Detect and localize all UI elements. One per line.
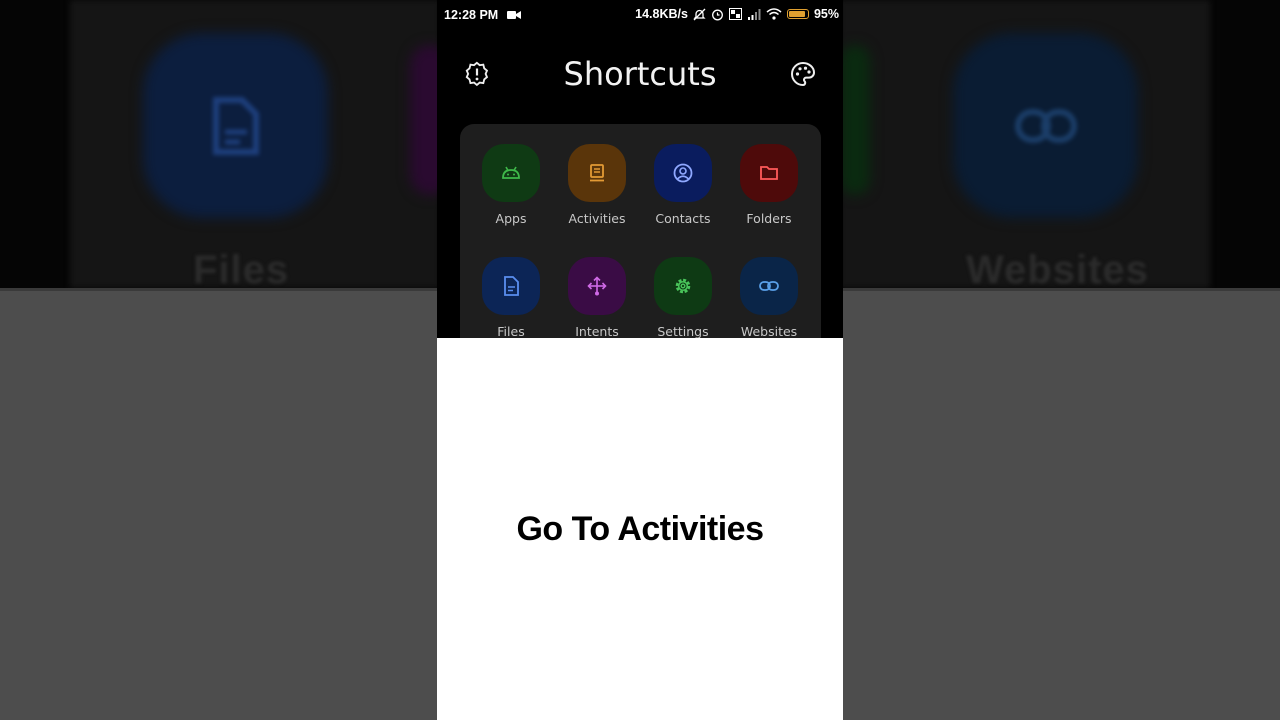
activity-icon xyxy=(590,164,604,182)
blurred-file-icon xyxy=(213,97,259,155)
contact-icon xyxy=(673,163,693,183)
alarm-icon xyxy=(712,9,723,20)
status-bar: 12:28 PM 14.8KB/s 95% xyxy=(437,0,843,30)
caption-text: Go To Activities xyxy=(516,510,764,548)
battery-fill xyxy=(788,11,806,17)
blurred-link-icon xyxy=(1015,109,1077,143)
mute-icon xyxy=(693,8,706,20)
blurred-websites-label: Websites xyxy=(966,248,1149,288)
tile-intents-bg xyxy=(568,257,626,315)
network-speed: 14.8KB/s xyxy=(635,7,688,21)
tile-label: Contacts xyxy=(655,211,711,226)
video-record-icon xyxy=(507,11,521,19)
tile-label: Intents xyxy=(575,324,619,338)
tile-files[interactable]: Files xyxy=(468,257,554,338)
tile-label: Files xyxy=(497,324,525,338)
tile-settings[interactable]: Settings xyxy=(640,257,726,338)
blurred-files-label: Files xyxy=(193,248,290,288)
tile-label: Settings xyxy=(657,324,709,338)
shortcuts-card: Apps Activities Contacts Folders Files I… xyxy=(460,124,821,338)
tile-label: Activities xyxy=(568,211,626,226)
tile-label: Websites xyxy=(740,324,798,338)
tile-label: Folders xyxy=(746,211,792,226)
tile-settings-bg xyxy=(654,257,712,315)
blurred-settings-tile xyxy=(840,45,870,195)
caption-overlay: Go To Activities xyxy=(437,338,843,720)
tile-websites-bg xyxy=(740,257,798,315)
wifi-icon xyxy=(766,8,782,20)
tile-activities-bg xyxy=(568,144,626,202)
intent-icon xyxy=(587,276,607,296)
tile-apps[interactable]: Apps xyxy=(468,144,554,226)
tile-label: Apps xyxy=(495,211,527,226)
tile-intents[interactable]: Intents xyxy=(554,257,640,338)
volte-icon xyxy=(728,8,742,20)
tile-files-bg xyxy=(482,257,540,315)
status-time: 12:28 PM xyxy=(444,8,499,22)
settings-icon xyxy=(675,278,691,294)
phone-screen: 12:28 PM 14.8KB/s 95% Shortcuts Apps Act… xyxy=(437,0,843,338)
battery-percent: 95% xyxy=(813,7,839,21)
link-icon xyxy=(759,281,779,291)
page-title: Shortcuts xyxy=(563,55,717,93)
tile-contacts-bg xyxy=(654,144,712,202)
tile-activities[interactable]: Activities xyxy=(554,144,640,226)
tile-contacts[interactable]: Contacts xyxy=(640,144,726,226)
palette-icon[interactable] xyxy=(790,61,816,87)
tile-folders-bg xyxy=(740,144,798,202)
folder-icon xyxy=(760,166,778,180)
tile-apps-bg xyxy=(482,144,540,202)
battery-icon xyxy=(786,9,809,19)
android-icon xyxy=(502,166,520,179)
tile-websites[interactable]: Websites xyxy=(726,257,812,338)
signal-icon xyxy=(747,9,761,20)
tile-folders[interactable]: Folders xyxy=(726,144,812,226)
file-icon xyxy=(504,276,519,296)
